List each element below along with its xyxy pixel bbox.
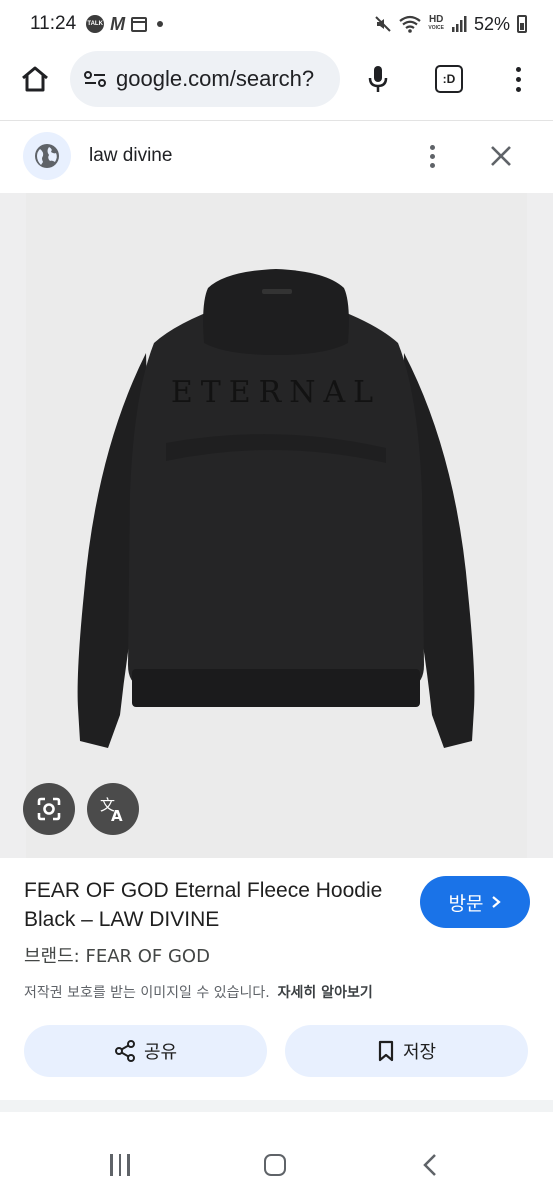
copyright-text: 저작권 보호를 받는 이미지일 수 있습니다.: [24, 985, 270, 1001]
home-icon: [22, 66, 48, 92]
chevron-right-icon: [492, 896, 502, 908]
save-label: 저장: [402, 1042, 437, 1063]
translate-icon: 文 A: [100, 796, 123, 824]
notification-icons: TALK M: [86, 13, 164, 35]
battery-icon: [517, 15, 527, 33]
share-label: 공유: [143, 1042, 178, 1063]
calendar-icon: [131, 16, 148, 32]
m-app-icon: M: [110, 13, 126, 34]
hoodie-print-text: ETERNAL: [171, 375, 381, 410]
signal-icon: [451, 16, 467, 32]
svg-text:A: A: [111, 807, 123, 824]
voice-search-button[interactable]: [364, 62, 392, 96]
recents-icon: [127, 1154, 130, 1176]
hoodie-image: ETERNAL: [77, 269, 475, 748]
mic-icon: [368, 66, 388, 92]
hd-voice-bottom: VOICE: [428, 25, 444, 31]
back-icon[interactable]: [420, 1152, 440, 1178]
browser-toolbar: google.com/search? :D: [0, 48, 553, 110]
copyright-notice: 저작권 보호를 받는 이미지일 수 있습니다. 자세히 알아보기: [24, 982, 373, 1002]
site-favicon: [23, 132, 71, 180]
status-time: 11:24: [30, 13, 77, 34]
nav-home-button[interactable]: [264, 1154, 286, 1176]
mute-icon: [375, 16, 392, 32]
site-name[interactable]: law divine: [89, 145, 172, 167]
more-notifications-icon: [157, 21, 164, 27]
more-vert-dot: [429, 144, 435, 150]
kakaotalk-icon: TALK: [86, 15, 105, 33]
recents-icon: [118, 1154, 122, 1176]
more-vert-dot: [515, 66, 521, 72]
translate-button[interactable]: 文 A: [87, 783, 139, 835]
learn-more-link[interactable]: 자세히 알아보기: [278, 985, 373, 1001]
recents-button[interactable]: [107, 1154, 133, 1176]
more-vert-dot: [429, 153, 435, 159]
more-vert-dot: [515, 76, 521, 82]
brand-text: 브랜드: FEAR OF GOD: [24, 946, 210, 967]
site-settings-icon[interactable]: [82, 66, 108, 92]
google-lens-button[interactable]: [23, 783, 75, 835]
share-button[interactable]: 공유: [24, 1025, 267, 1077]
share-icon: [114, 1040, 135, 1062]
browser-menu-button[interactable]: [506, 62, 530, 96]
system-nav-bar: [0, 1130, 553, 1200]
bookmark-icon: [378, 1040, 394, 1062]
section-divider: [0, 1100, 553, 1112]
visit-button[interactable]: 방문: [420, 876, 530, 928]
product-title[interactable]: FEAR OF GOD Eternal Fleece Hoodie Black …: [24, 876, 394, 934]
battery-percent: 52%: [473, 13, 510, 34]
tab-switcher-button[interactable]: :D: [435, 65, 463, 93]
wifi-icon: [399, 15, 422, 33]
result-header: law divine: [0, 121, 553, 193]
product-image: ETERNAL: [26, 193, 527, 858]
address-bar[interactable]: google.com/search?: [70, 51, 340, 107]
result-more-button[interactable]: [420, 141, 444, 171]
hd-voice-icon: HD VOICE: [428, 14, 444, 32]
home-button[interactable]: [16, 62, 54, 96]
save-button[interactable]: 저장: [285, 1025, 528, 1077]
url-text[interactable]: google.com/search?: [116, 66, 314, 92]
globe-icon: [35, 144, 59, 168]
hd-voice-top: HD: [428, 14, 444, 25]
more-vert-dot: [515, 86, 521, 92]
status-bar: 11:24 TALK M HD VOICE 52%: [0, 0, 553, 48]
recents-icon: [110, 1154, 113, 1176]
visit-label: 방문: [448, 892, 484, 915]
more-vert-dot: [429, 162, 435, 168]
lens-icon: [37, 797, 61, 821]
system-icons: HD VOICE 52%: [374, 14, 527, 35]
close-icon[interactable]: [487, 142, 515, 170]
image-preview[interactable]: ETERNAL 文 A: [0, 193, 553, 858]
